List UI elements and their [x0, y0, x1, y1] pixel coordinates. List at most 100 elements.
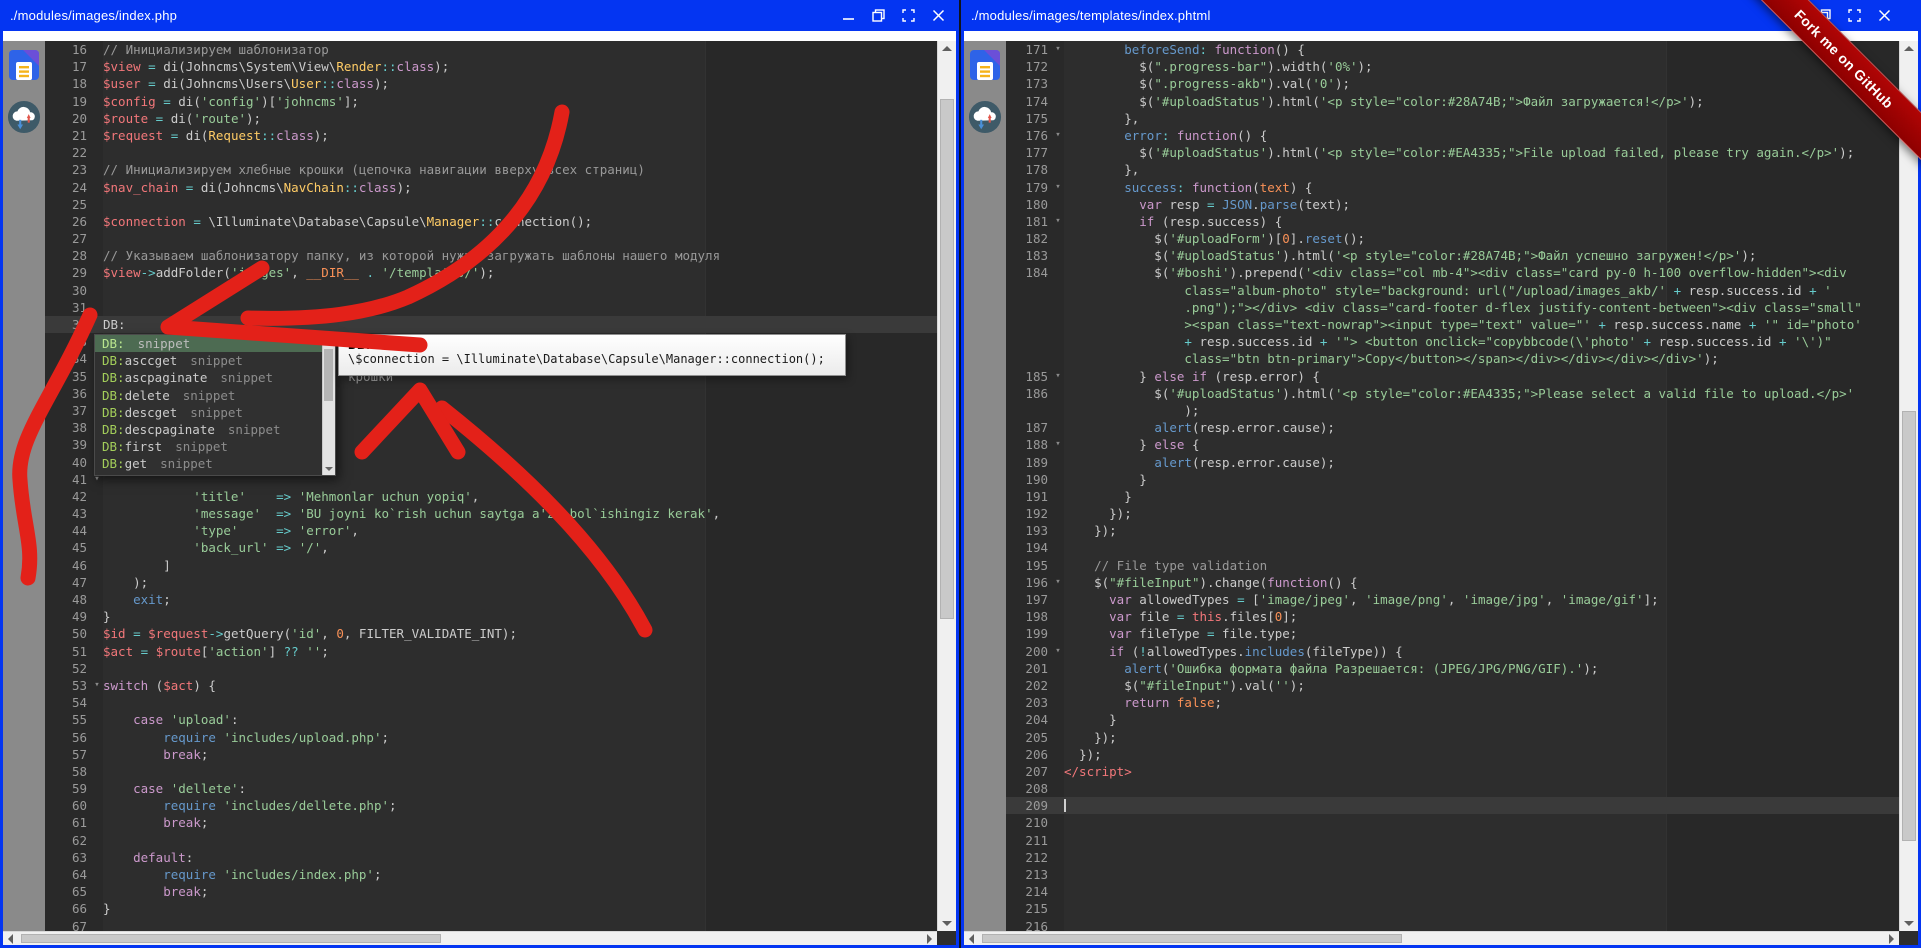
code-text: ); [103, 574, 937, 591]
autocomplete-popup: DB:snippetDB:asccgetsnippetDB:ascpaginat… [94, 334, 336, 476]
autocomplete-item[interactable]: DB:deletesnippet [95, 387, 322, 404]
minimize-icon[interactable] [842, 9, 855, 22]
line-number: 172 [1006, 58, 1052, 75]
code-row: ); [1006, 402, 1899, 419]
code-text: // Инициализируем шаблонизатор [103, 41, 937, 58]
fold-toggle-icon[interactable]: ▾ [1052, 213, 1064, 230]
vertical-scrollbar[interactable] [937, 41, 956, 931]
fold-spacer [1052, 196, 1064, 213]
fold-spacer [1052, 161, 1064, 178]
code-editor[interactable]: 16// Инициализируем шаблонизатор17$view … [45, 41, 937, 931]
fold-toggle-icon[interactable]: ▾ [1052, 436, 1064, 453]
fold-spacer [91, 264, 103, 281]
code-text [1064, 883, 1899, 900]
scrollbar-thumb[interactable] [21, 934, 441, 943]
save-icon[interactable] [969, 49, 1001, 86]
code-row: 22 [45, 144, 937, 161]
save-icon[interactable] [8, 49, 40, 86]
code-text [1064, 832, 1899, 849]
code-row: 65 break; [45, 883, 937, 900]
autocomplete-item[interactable]: DB:descpaginatesnippet [95, 421, 322, 438]
horizontal-scrollbar[interactable] [3, 931, 937, 945]
code-row: 180 var resp = JSON.parse(text); [1006, 196, 1899, 213]
fold-spacer [1052, 883, 1064, 900]
fold-toggle-icon[interactable]: ▾ [91, 677, 103, 694]
scroll-up-icon[interactable] [942, 46, 952, 51]
scroll-down-icon[interactable] [325, 467, 333, 471]
fold-spacer [1052, 75, 1064, 92]
fold-spacer [1052, 918, 1064, 931]
line-number: 32 [45, 316, 91, 333]
code-row: 67 [45, 918, 937, 931]
fold-spacer [1052, 557, 1064, 574]
code-text: class="btn btn-primary">Copy</button></s… [1064, 350, 1899, 367]
fold-spacer [91, 591, 103, 608]
restore-icon[interactable] [872, 9, 885, 22]
line-number: 23 [45, 161, 91, 178]
code-text: ); [1064, 402, 1899, 419]
line-number: 175 [1006, 110, 1052, 127]
line-number: 38 [45, 419, 91, 436]
code-text [103, 299, 937, 316]
scroll-left-icon[interactable] [8, 934, 13, 944]
autocomplete-item[interactable]: DB:getsnippet [95, 455, 322, 472]
code-row: 47 ); [45, 574, 937, 591]
autocomplete-item[interactable]: DB:asccgetsnippet [95, 352, 322, 369]
fold-spacer [1052, 539, 1064, 556]
line-number: 30 [45, 282, 91, 299]
text-cursor [1064, 799, 1066, 812]
scroll-down-icon[interactable] [1904, 921, 1914, 926]
code-row: 193 }); [1006, 522, 1899, 539]
autocomplete-item[interactable]: DB:ascpaginatesnippet [95, 369, 322, 386]
autocomplete-item[interactable]: DB:firstsnippet [95, 438, 322, 455]
line-number: 33 [45, 333, 91, 350]
fold-toggle-icon[interactable]: ▾ [1052, 368, 1064, 385]
autocomplete-item[interactable]: DB:descgetsnippet [95, 404, 322, 421]
fold-toggle-icon[interactable]: ▾ [1052, 643, 1064, 660]
scrollbar-thumb[interactable] [940, 99, 954, 619]
fold-spacer [91, 505, 103, 522]
cloud-sync-icon[interactable] [968, 100, 1002, 139]
scroll-left-icon[interactable] [969, 934, 974, 944]
code-text: $view->addFolder('images', __DIR__ . '/t… [103, 264, 937, 281]
scroll-down-icon[interactable] [942, 921, 952, 926]
code-text [1064, 539, 1899, 556]
scroll-right-icon[interactable] [927, 934, 932, 944]
fold-spacer [1052, 608, 1064, 625]
scroll-up-icon[interactable] [325, 339, 333, 343]
fold-toggle-icon[interactable]: ▾ [1052, 41, 1064, 58]
horizontal-scrollbar[interactable] [964, 931, 1899, 945]
code-text [103, 694, 937, 711]
code-text: $connection = \Illuminate\Database\Capsu… [103, 213, 937, 230]
line-number: 189 [1006, 454, 1052, 471]
line-number: 190 [1006, 471, 1052, 488]
titlebar[interactable]: ./modules/images/index.php [0, 0, 959, 31]
autocomplete-scrollbar[interactable] [322, 335, 335, 475]
code-text [1064, 849, 1899, 866]
fullscreen-icon[interactable] [902, 9, 915, 22]
cloud-sync-icon[interactable] [7, 100, 41, 139]
fold-spacer [91, 883, 103, 900]
code-text: } [1064, 711, 1899, 728]
code-text: } [103, 608, 937, 625]
fork-me-on-github-ribbon[interactable]: Fork me on GitHub [1737, 0, 1921, 166]
autocomplete-item[interactable]: DB:snippet [95, 335, 322, 352]
line-number: 216 [1006, 918, 1052, 931]
scrollbar-thumb[interactable] [324, 349, 333, 401]
fold-toggle-icon[interactable]: ▾ [1052, 179, 1064, 196]
code-text: 'title' => 'Mehmonlar uchun yopiq', [103, 488, 937, 505]
fold-toggle-icon[interactable]: ▾ [1052, 574, 1064, 591]
code-text: } [1064, 471, 1899, 488]
line-number: 199 [1006, 625, 1052, 642]
code-row: 190 } [1006, 471, 1899, 488]
line-number: 52 [45, 660, 91, 677]
close-icon[interactable] [932, 9, 945, 22]
fold-spacer [1052, 591, 1064, 608]
fold-toggle-icon[interactable]: ▾ [1052, 127, 1064, 144]
scroll-right-icon[interactable] [1889, 934, 1894, 944]
code-row: 204 } [1006, 711, 1899, 728]
code-text: ><span class="text-nowrap"><input type="… [1064, 316, 1899, 333]
scrollbar-thumb[interactable] [1902, 411, 1916, 841]
line-number: 209 [1006, 797, 1052, 814]
scrollbar-thumb[interactable] [982, 934, 1402, 943]
